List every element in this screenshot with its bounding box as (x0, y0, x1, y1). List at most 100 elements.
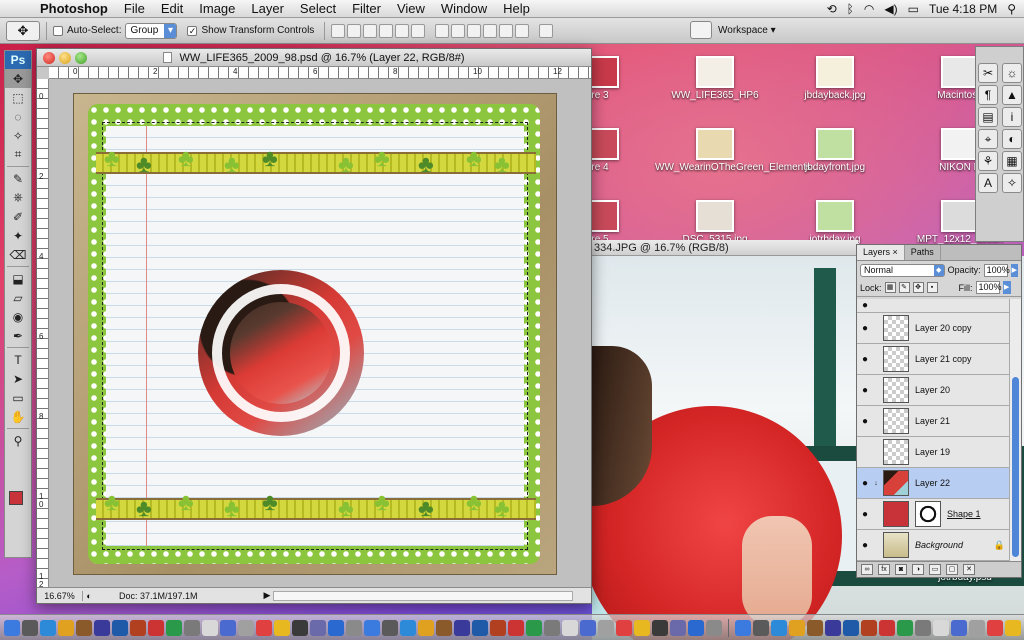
tab-paths[interactable]: Paths (905, 245, 941, 260)
info-icon[interactable]: i (1002, 107, 1022, 127)
align-left-button[interactable] (379, 23, 394, 38)
menu-image[interactable]: Image (191, 0, 243, 18)
new-layer-icon[interactable]: ▢ (946, 564, 958, 575)
dock-app-icon[interactable] (22, 619, 38, 636)
layer-visibility-eye-icon[interactable]: ● (857, 509, 873, 520)
distribute-top-button[interactable] (435, 23, 450, 38)
align-hcenter-button[interactable] (395, 23, 410, 38)
wifi-icon[interactable]: ◠ (864, 2, 874, 16)
new-group-icon[interactable]: ▭ (929, 564, 941, 575)
canvas-area[interactable]: ♣ ♣ ♣ ♣ ♣ ♣ ♣ ♣ ♣ ♣ ♣ ♣ ♣ ♣ ♣ ♣ ♣ ♣ ♣ ♣ (49, 79, 591, 587)
navigator-icon[interactable]: ☼ (1002, 63, 1022, 83)
dock-app-icon[interactable] (879, 619, 895, 636)
horizontal-ruler[interactable]: 0 2 4 6 8 10 12 (49, 67, 591, 79)
histogram-icon[interactable]: ▲ (1002, 85, 1022, 105)
bridge-icon[interactable] (690, 21, 712, 39)
color-icon[interactable]: ◐ (1002, 129, 1022, 149)
layer-row[interactable]: ● Layer 20 copy (857, 313, 1009, 344)
dock-app-icon[interactable] (130, 619, 146, 636)
menu-file[interactable]: File (116, 0, 153, 18)
dock-app-icon[interactable] (436, 619, 452, 636)
shape-tool-icon[interactable]: ✋ (5, 407, 31, 426)
blend-mode-dropdown[interactable]: Normal (860, 263, 945, 277)
layer-name[interactable]: Layer 19 (915, 447, 950, 457)
distribute-hcenter-button[interactable] (499, 23, 514, 38)
distribute-vcenter-button[interactable] (451, 23, 466, 38)
layer-name[interactable]: Layer 20 copy (915, 323, 972, 333)
menu-filter[interactable]: Filter (344, 0, 389, 18)
document-size-info[interactable]: Doc: 37.1M/197.1M (95, 591, 261, 601)
desktop-icon[interactable]: jbdayback.jpg (775, 56, 895, 101)
swatches-icon[interactable]: ▦ (1002, 151, 1022, 171)
dock-app-icon[interactable] (490, 619, 506, 636)
hand-tool-icon[interactable]: ⚲ (5, 431, 31, 450)
dock-app-icon[interactable] (861, 619, 877, 636)
layer-mask-thumbnail[interactable] (915, 501, 941, 527)
dock-app-icon[interactable] (220, 619, 236, 636)
layer-visibility-eye-icon[interactable]: ● (857, 354, 873, 365)
tool-preset-picker[interactable]: ✥ (6, 20, 40, 41)
dock-app-icon[interactable] (897, 619, 913, 636)
character-icon[interactable]: A (978, 173, 998, 193)
dock-app-icon[interactable] (951, 619, 967, 636)
adjustment-layer-icon[interactable]: ◑ (912, 564, 924, 575)
dock-app-icon[interactable] (148, 619, 164, 636)
layer-row[interactable]: Layer 19 (857, 437, 1009, 468)
scrapbook-page[interactable]: ♣ ♣ ♣ ♣ ♣ ♣ ♣ ♣ ♣ ♣ ♣ ♣ ♣ ♣ ♣ ♣ ♣ ♣ ♣ ♣ (73, 93, 557, 575)
styles-icon[interactable]: ✧ (1002, 173, 1022, 193)
blur-tool-icon[interactable]: ◉ (5, 307, 31, 326)
tool-presets-icon[interactable]: ✂ (978, 63, 998, 83)
dock-app-icon[interactable] (987, 619, 1003, 636)
lasso-tool-icon[interactable]: ◌ (5, 107, 31, 126)
distribute-left-button[interactable] (483, 23, 498, 38)
notes-icon[interactable]: ▤ (978, 107, 998, 127)
dock-app-icon[interactable] (418, 619, 434, 636)
horizontal-scrollbar[interactable] (273, 590, 573, 601)
fill-field[interactable]: 100% (975, 281, 1002, 294)
dock-app-icon[interactable] (40, 619, 56, 636)
paragraph-icon[interactable]: ¶ (978, 85, 998, 105)
dock-app-icon[interactable] (652, 619, 668, 636)
align-top-button[interactable] (331, 23, 346, 38)
menu-photoshop[interactable]: Photoshop (32, 0, 116, 18)
dock-app-icon[interactable] (4, 619, 20, 636)
healing-tool-icon[interactable]: ⎈ (5, 188, 31, 207)
dock-app-icon[interactable] (634, 619, 650, 636)
workspace-menu[interactable]: Workspace ▾ (718, 25, 776, 36)
dock-app-icon[interactable] (580, 619, 596, 636)
history-brush-tool-icon[interactable]: ⌫ (5, 245, 31, 264)
type-tool-icon[interactable]: ➤ (5, 369, 31, 388)
auto-align-button[interactable] (539, 23, 554, 38)
dock-app-icon[interactable] (843, 619, 859, 636)
layer-visibility-eye-icon[interactable]: ● (857, 385, 873, 396)
layer-name[interactable]: Background (915, 540, 963, 550)
layer-row[interactable]: ● ↓ Layer 22 (857, 468, 1009, 499)
path-select-tool-icon[interactable]: ▭ (5, 388, 31, 407)
auto-select-dropdown[interactable]: Group (125, 22, 178, 39)
dock-app-icon[interactable] (544, 619, 560, 636)
status-icon[interactable]: ◐ (83, 591, 95, 601)
brush-tool-icon[interactable]: ✐ (5, 207, 31, 226)
move-tool-icon[interactable]: ✥ (5, 69, 31, 88)
auto-select-checkbox[interactable] (53, 25, 63, 36)
layer-visibility-eye-icon[interactable]: ● (857, 478, 873, 489)
dock-app-icon[interactable] (58, 619, 74, 636)
desktop-icon[interactable]: jotrbday.jpg (775, 200, 895, 245)
dock-app-icon[interactable] (346, 619, 362, 636)
dock-app-icon[interactable] (76, 619, 92, 636)
add-mask-icon[interactable]: ◙ (895, 564, 907, 575)
minimize-button[interactable] (59, 52, 71, 64)
status-menu-arrow-icon[interactable]: ▶ (261, 590, 273, 601)
menu-layer[interactable]: Layer (243, 0, 292, 18)
dock-app-icon[interactable] (753, 619, 769, 636)
dock-app-icon[interactable] (807, 619, 823, 636)
dock-app-icon[interactable] (274, 619, 290, 636)
close-button[interactable] (43, 52, 55, 64)
layer-visibility-eye-icon[interactable]: ● (857, 540, 873, 551)
layers-scrollbar[interactable] (1009, 299, 1021, 561)
dock-app-icon[interactable] (526, 619, 542, 636)
dodge-tool-icon[interactable]: ✒ (5, 326, 31, 345)
layer-name[interactable]: Layer 22 (915, 478, 950, 488)
lock-pixels-icon[interactable]: ✎ (898, 282, 910, 293)
lock-position-icon[interactable]: ✥ (912, 282, 924, 293)
